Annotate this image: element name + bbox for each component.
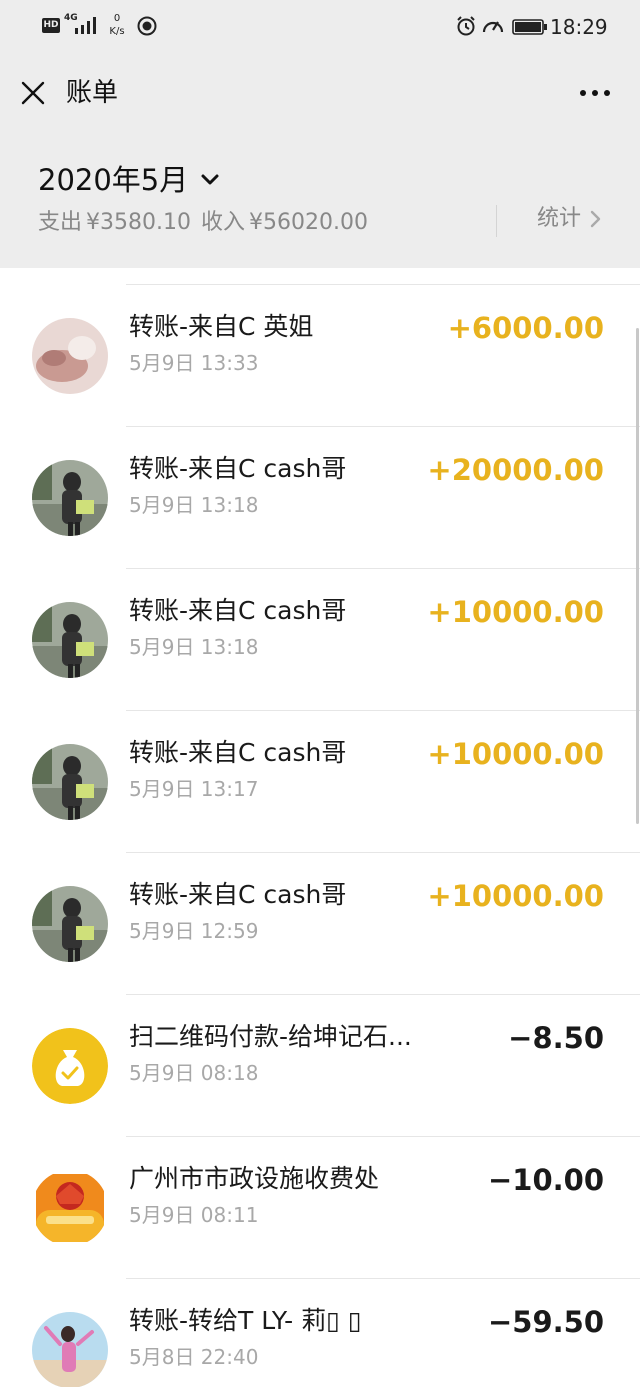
transaction-time: 5月8日 22:40 [129,1345,259,1369]
avatar [32,318,108,394]
transaction-title: 转账-来自C 英姐 [129,312,314,341]
avatar-photo-outdoor [32,460,108,536]
avatar [32,1312,108,1387]
network-speed-value: 0 [113,13,121,24]
transaction-title: 转账-转给T LY- 莉▯ ▯ [129,1306,362,1335]
stats-label: 统计 [537,206,582,231]
income-label: 收入 [201,210,246,235]
hd-indicator: HD [42,18,60,33]
summary-divider [496,205,497,237]
network-speed-unit: K/s [109,26,125,37]
avatar [32,1028,108,1104]
transaction-amount: +10000.00 [427,737,604,771]
transaction-row[interactable]: 扫二维码付款-给坤记石... 5月9日 08:18 −8.50 [0,995,640,1137]
avatar [32,460,108,536]
transaction-amount: +10000.00 [427,879,604,913]
transaction-row[interactable]: 转账-来自C 英姐 5月9日 13:33 +6000.00 [0,285,640,427]
month-summary: 2020年5月 支出 ¥3580.10 收入 ¥56020.00 统计 [0,132,640,268]
transaction-title: 转账-来自C cash哥 [129,880,347,909]
transaction-row[interactable]: 转账-来自C cash哥 5月9日 12:59 +10000.00 [0,853,640,995]
transaction-time: 5月9日 13:17 [129,777,259,801]
month-label: 2020年5月 [38,163,189,197]
avatar [32,886,108,962]
transaction-amount: +20000.00 [427,453,604,487]
battery-icon [512,19,547,35]
more-icon [580,90,610,96]
avatar-photo-beach [32,1312,108,1387]
chevron-down-icon [201,174,219,185]
status-time: 18:29 [550,15,608,39]
transaction-list: 转账-来自C 英姐 5月9日 13:33 +6000.00 转账-来自C cas… [0,268,640,1387]
alarm-icon [457,16,475,36]
avatar-photo-outdoor [32,602,108,678]
money-bag-icon [32,1028,108,1104]
avatar [32,744,108,820]
transaction-row[interactable]: 广州市市政设施收费处 5月9日 08:11 −10.00 [0,1137,640,1279]
month-totals: 支出 ¥3580.10 收入 ¥56020.00 [38,208,368,238]
expense-total: ¥3580.10 [86,210,191,235]
avatar [32,602,108,678]
transaction-time: 5月9日 12:59 [129,919,259,943]
expense-label: 支出 [38,210,83,235]
transaction-title: 转账-来自C cash哥 [129,738,347,767]
page-title: 账单 [66,78,119,108]
transaction-row[interactable]: 转账-来自C cash哥 5月9日 13:18 +10000.00 [0,569,640,711]
month-picker[interactable]: 2020年5月 [38,160,222,200]
city-emblem-logo [32,1170,108,1246]
status-bar: HD 4G 0 K/s 18:29 [0,0,640,56]
transaction-title: 广州市市政设施收费处 [129,1164,380,1193]
avatar-photo-outdoor [32,744,108,820]
stats-link[interactable]: 统计 [537,204,603,234]
close-icon [21,81,45,105]
scrollbar[interactable] [636,328,639,824]
network-speed: 0 K/s [104,12,130,38]
transaction-time: 5月9日 08:18 [129,1061,259,1085]
speed-gauge-icon [482,21,504,33]
close-button[interactable] [16,76,50,110]
transaction-time: 5月9日 13:18 [129,493,259,517]
transaction-title: 转账-来自C cash哥 [129,596,347,625]
transaction-time: 5月9日 13:18 [129,635,259,659]
transaction-amount: +10000.00 [427,595,604,629]
income-total: ¥56020.00 [249,210,368,235]
more-button[interactable] [574,76,616,110]
transaction-row[interactable]: 转账-来自C cash哥 5月9日 13:18 +20000.00 [0,427,640,569]
transaction-time: 5月9日 13:33 [129,351,259,375]
transaction-amount: −10.00 [487,1163,604,1197]
notification-app-icon [137,16,157,36]
transaction-amount: +6000.00 [447,311,604,345]
transaction-amount: −59.50 [487,1305,604,1339]
transaction-amount: −8.50 [508,1021,604,1055]
avatar [32,1170,108,1246]
transaction-time: 5月9日 08:11 [129,1203,259,1227]
chevron-right-icon [590,210,601,228]
transaction-row[interactable]: 转账-转给T LY- 莉▯ ▯ 5月8日 22:40 −59.50 [0,1279,640,1387]
signal-icon [75,17,96,34]
title-bar: 账单 [0,56,640,132]
avatar-photo-outdoor [32,886,108,962]
transaction-row[interactable]: 转账-来自C cash哥 5月9日 13:17 +10000.00 [0,711,640,853]
transaction-title: 转账-来自C cash哥 [129,454,347,483]
avatar-photo-pink [32,318,108,394]
transaction-title: 扫二维码付款-给坤记石... [129,1022,412,1051]
